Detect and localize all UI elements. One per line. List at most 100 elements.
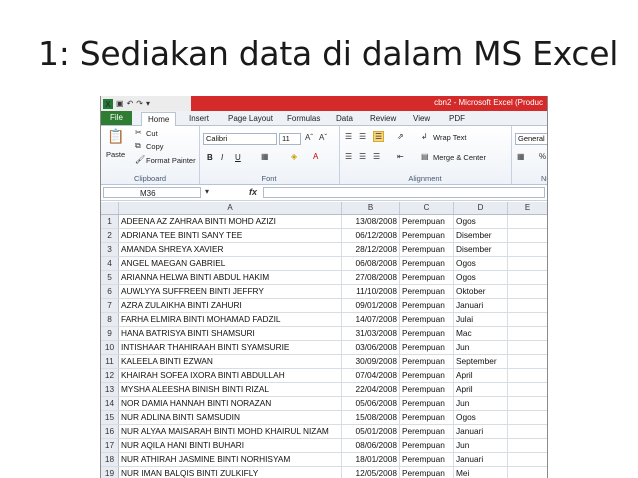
cell-month[interactable]: Januari [454, 299, 508, 312]
redo-icon[interactable]: ↷ [136, 98, 143, 110]
cell-month[interactable]: Januari [454, 425, 508, 438]
cell-month[interactable]: Disember [454, 229, 508, 242]
currency-icon[interactable]: ▦ [517, 152, 525, 161]
select-all-corner[interactable] [101, 202, 119, 214]
cell-empty[interactable] [508, 411, 547, 424]
cell-name[interactable]: KALEELA BINTI EZWAN [119, 355, 342, 368]
cell-date[interactable]: 27/08/2008 [342, 271, 400, 284]
tab-formulas[interactable]: Formulas [287, 112, 320, 125]
cell-month[interactable]: Ogos [454, 271, 508, 284]
format-painter-button[interactable]: Format Painter [146, 156, 196, 165]
cell-gender[interactable]: Perempuan [400, 425, 454, 438]
cut-icon[interactable]: ✂ [135, 128, 142, 137]
tab-home[interactable]: Home [141, 112, 177, 126]
cell-gender[interactable]: Perempuan [400, 299, 454, 312]
merge-center-button[interactable]: Merge & Center [433, 153, 486, 162]
cell-name[interactable]: HANA BATRISYA BINTI SHAMSURI [119, 327, 342, 340]
row-number[interactable]: 9 [101, 327, 119, 340]
cell-empty[interactable] [508, 257, 547, 270]
tab-view[interactable]: View [413, 112, 430, 125]
row-number[interactable]: 2 [101, 229, 119, 242]
cell-empty[interactable] [508, 341, 547, 354]
cell-date[interactable]: 13/08/2008 [342, 215, 400, 228]
fill-color-icon[interactable]: ◈ [291, 152, 297, 161]
cell-date[interactable]: 09/01/2008 [342, 299, 400, 312]
cell-month[interactable]: Ogos [454, 257, 508, 270]
cell-empty[interactable] [508, 397, 547, 410]
bold-button[interactable]: B [207, 153, 213, 162]
cell-gender[interactable]: Perempuan [400, 369, 454, 382]
shrink-font-icon[interactable]: Aˇ [319, 133, 327, 142]
cell-date[interactable]: 31/03/2008 [342, 327, 400, 340]
cell-month[interactable]: Jun [454, 439, 508, 452]
cut-button[interactable]: Cut [146, 129, 158, 138]
cell-month[interactable]: Mac [454, 327, 508, 340]
cell-empty[interactable] [508, 271, 547, 284]
cell-gender[interactable]: Perempuan [400, 341, 454, 354]
copy-button[interactable]: Copy [146, 142, 164, 151]
cell-gender[interactable]: Perempuan [400, 313, 454, 326]
tab-pdf[interactable]: PDF [449, 112, 465, 125]
orientation-icon[interactable]: ⇗ [397, 132, 404, 141]
cell-gender[interactable]: Perempuan [400, 411, 454, 424]
cell-empty[interactable] [508, 467, 547, 478]
italic-button[interactable]: I [221, 153, 223, 162]
tab-page-layout[interactable]: Page Layout [228, 112, 273, 125]
row-number[interactable]: 15 [101, 411, 119, 424]
cell-gender[interactable]: Perempuan [400, 285, 454, 298]
cell-name[interactable]: AZRA ZULAIKHA BINTI ZAHURI [119, 299, 342, 312]
cell-gender[interactable]: Perempuan [400, 453, 454, 466]
cell-gender[interactable]: Perempuan [400, 397, 454, 410]
cell-gender[interactable]: Perempuan [400, 215, 454, 228]
name-box[interactable]: M36 [103, 187, 201, 198]
column-header-a[interactable]: A [119, 202, 342, 214]
cell-date[interactable]: 05/06/2008 [342, 397, 400, 410]
cell-month[interactable]: April [454, 369, 508, 382]
wrap-text-button[interactable]: Wrap Text [433, 133, 467, 142]
insert-function-icon[interactable]: fx [249, 187, 257, 197]
number-format-select[interactable]: General [515, 133, 547, 145]
row-number[interactable]: 4 [101, 257, 119, 270]
cell-date[interactable]: 15/08/2008 [342, 411, 400, 424]
tab-data[interactable]: Data [336, 112, 353, 125]
copy-icon[interactable]: ⧉ [135, 141, 141, 151]
row-number[interactable]: 19 [101, 467, 119, 478]
cell-gender[interactable]: Perempuan [400, 355, 454, 368]
undo-icon[interactable]: ↶ [127, 98, 134, 110]
cell-date[interactable]: 14/07/2008 [342, 313, 400, 326]
cell-date[interactable]: 06/08/2008 [342, 257, 400, 270]
cell-name[interactable]: MYSHA ALEESHA BINISH BINTI RIZAL [119, 383, 342, 396]
cell-month[interactable]: September [454, 355, 508, 368]
font-size-select[interactable]: 11 [279, 133, 301, 145]
percent-icon[interactable]: % [539, 152, 546, 161]
wrap-text-icon[interactable]: ↲ [421, 132, 428, 141]
cell-gender[interactable]: Perempuan [400, 327, 454, 340]
cell-empty[interactable] [508, 313, 547, 326]
cell-empty[interactable] [508, 285, 547, 298]
cell-gender[interactable]: Perempuan [400, 257, 454, 270]
cell-empty[interactable] [508, 383, 547, 396]
cell-name[interactable]: FARHA ELMIRA BINTI MOHAMAD FADZIL [119, 313, 342, 326]
cell-month[interactable]: Mei [454, 467, 508, 478]
cell-empty[interactable] [508, 243, 547, 256]
tab-review[interactable]: Review [370, 112, 396, 125]
row-number[interactable]: 11 [101, 355, 119, 368]
cell-empty[interactable] [508, 215, 547, 228]
save-icon[interactable]: ▣ [116, 98, 124, 110]
cell-empty[interactable] [508, 299, 547, 312]
cell-month[interactable]: Jun [454, 397, 508, 410]
worksheet-grid[interactable]: A B C D E 1 ADEENA AZ ZAHRAA BINTI MOHD A… [101, 202, 547, 478]
align-center-icon[interactable]: ☰ [359, 152, 366, 161]
cell-name[interactable]: AMANDA SHREYA XAVIER [119, 243, 342, 256]
customize-qat-icon[interactable]: ▾ [146, 98, 150, 110]
cell-month[interactable]: Ogos [454, 411, 508, 424]
cell-date[interactable]: 22/04/2008 [342, 383, 400, 396]
indent-icon[interactable]: ⇤ [397, 152, 404, 161]
cell-name[interactable]: NUR ALYAA MAISARAH BINTI MOHD KHAIRUL NI… [119, 425, 342, 438]
cell-gender[interactable]: Perempuan [400, 439, 454, 452]
cell-name[interactable]: ANGEL MAEGAN GABRIEL [119, 257, 342, 270]
cell-name[interactable]: NUR ATHIRAH JASMINE BINTI NORHISYAM [119, 453, 342, 466]
underline-button[interactable]: U [235, 153, 241, 162]
column-header-c[interactable]: C [400, 202, 454, 214]
borders-icon[interactable]: ▦ [261, 152, 269, 161]
